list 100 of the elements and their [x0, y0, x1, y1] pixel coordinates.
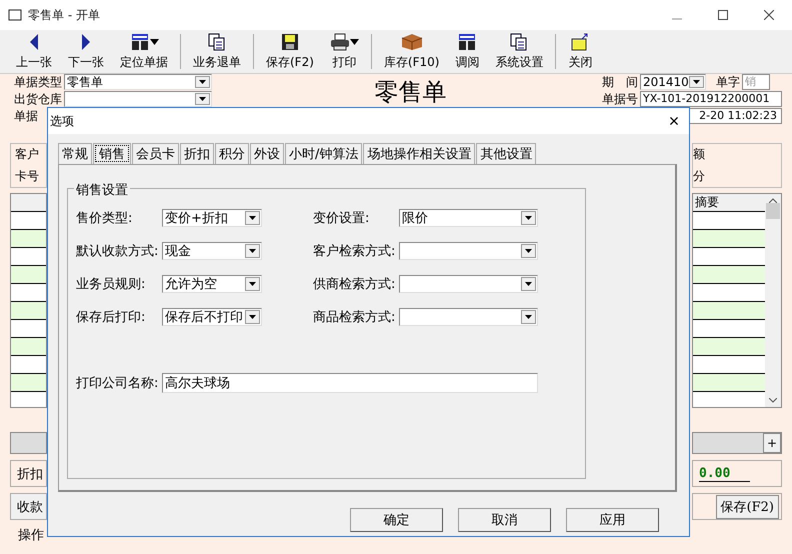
field-label: 打印公司名称:: [76, 375, 160, 392]
warehouse-dropdown[interactable]: [64, 91, 212, 107]
dropdown[interactable]: [399, 242, 538, 260]
add-button[interactable]: +: [763, 433, 781, 453]
minimize-icon[interactable]: [672, 18, 682, 20]
table-row: [693, 266, 765, 284]
exit-icon: [570, 32, 590, 50]
caret-icon: [693, 80, 700, 84]
field-label: 分: [693, 168, 706, 185]
form-title: 零售单: [374, 77, 448, 108]
caret-icon: [525, 282, 532, 286]
group-title: 销售设置: [74, 181, 130, 199]
left-arrow-icon: [28, 32, 40, 50]
tab[interactable]: 场地操作相关设置: [363, 143, 476, 164]
dropdown[interactable]: 保存后不打印: [162, 308, 262, 326]
toolbar-button[interactable]: 定位单据: [112, 32, 176, 71]
field-label: 期 间: [602, 75, 638, 89]
tab[interactable]: 会员卡: [132, 143, 179, 164]
toolbar-button[interactable]: 下一张: [60, 32, 112, 71]
field-label: 客户检索方式:: [313, 242, 396, 260]
tab[interactable]: 折扣: [180, 143, 214, 164]
dialog-title: 选项: [50, 112, 74, 130]
field-label: 保存后打印:: [76, 308, 146, 326]
period-dropdown[interactable]: 201410: [640, 74, 706, 90]
save-button[interactable]: 保存(F2): [716, 494, 779, 518]
toolbar-button[interactable]: 调阅: [447, 32, 488, 71]
field-label: 变价设置:: [313, 210, 370, 226]
table-row: [11, 266, 46, 284]
field-label: 供商检索方式:: [313, 276, 396, 292]
table-row: [11, 374, 46, 392]
documents-icon: [510, 32, 528, 50]
printer-icon: [330, 32, 350, 50]
table-row: [693, 302, 765, 320]
close-icon[interactable]: [764, 10, 774, 20]
toolbar-button[interactable]: 保存(F2): [258, 32, 322, 71]
dialog-button[interactable]: 取消: [458, 508, 551, 532]
field-label: 客户: [15, 146, 40, 164]
documents-icon: [208, 32, 226, 50]
caret-icon: [525, 216, 532, 220]
field-label: 业务员规则:: [76, 276, 146, 292]
tab[interactable]: 积分: [215, 143, 249, 164]
table-row: [11, 302, 46, 320]
caret-icon: [249, 282, 256, 286]
table-row: [11, 338, 46, 356]
tab[interactable]: 外设: [250, 143, 284, 164]
total-amount: 0.00: [699, 466, 750, 482]
dialog-button[interactable]: 应用: [566, 508, 659, 532]
doc-number-field[interactable]: YX-101-201912200001: [640, 91, 782, 107]
caret-icon[interactable]: [350, 38, 359, 44]
field-label: 售价类型:: [76, 210, 134, 226]
field-label: 单据号: [602, 92, 638, 106]
field-label: 折扣: [17, 466, 43, 482]
field-label: 默认收款方式:: [76, 242, 160, 260]
field-label: 商品检索方式:: [313, 308, 396, 326]
scroll-thumb[interactable]: [766, 203, 780, 219]
right-arrow-icon: [80, 32, 92, 50]
toolbar-button[interactable]: 上一张: [8, 32, 60, 71]
tab[interactable]: 常规: [58, 143, 92, 164]
input-field[interactable]: 高尔夫球场: [162, 373, 538, 393]
field-label: 单据: [14, 109, 38, 123]
caret-icon: [199, 80, 206, 84]
dropdown[interactable]: 变价+折扣: [162, 208, 262, 226]
field-label: 单据类型: [14, 75, 62, 89]
column-header: 摘要: [693, 194, 765, 212]
dropdown[interactable]: 允许为空: [162, 274, 262, 292]
toolbar-button[interactable]: 系统设置: [487, 32, 552, 71]
dialog-button[interactable]: 确定: [350, 508, 443, 532]
caret-icon: [249, 216, 256, 220]
caret-icon: [525, 314, 532, 318]
window-title: 零售单 - 开单: [28, 6, 101, 24]
caret-icon: [199, 97, 206, 101]
scrollbar[interactable]: [765, 194, 781, 407]
dropdown[interactable]: [399, 274, 538, 292]
caret-icon: [525, 248, 532, 252]
scroll-up-icon[interactable]: [769, 198, 777, 203]
input-bar: [10, 432, 47, 454]
dropdown[interactable]: 现金: [162, 242, 262, 260]
scroll-down-icon[interactable]: [769, 398, 777, 403]
tab[interactable]: 其他设置: [476, 143, 536, 164]
dropdown[interactable]: 限价: [399, 208, 538, 226]
dropdown[interactable]: [399, 308, 538, 326]
caret-icon[interactable]: [150, 38, 158, 44]
table-row: [11, 230, 46, 248]
field-label: 卡号: [15, 168, 40, 185]
caret-icon: [249, 314, 256, 318]
tab[interactable]: 销售: [93, 143, 131, 164]
toolbar-button[interactable]: 库存(F10): [376, 32, 448, 71]
field-label: 出货仓库: [14, 92, 62, 106]
field-label: 额: [693, 146, 706, 164]
toolbar-button[interactable]: 关闭: [560, 32, 600, 71]
table-row: [693, 338, 765, 356]
toolbar-button[interactable]: 业务退单: [185, 32, 249, 71]
toolbar-button[interactable]: 打印: [322, 32, 367, 71]
tab[interactable]: 小时/钟算法: [285, 143, 362, 164]
doc-type-dropdown[interactable]: 零售单: [64, 74, 212, 90]
app-icon: [8, 8, 22, 22]
caret-icon: [249, 248, 256, 252]
field-label: 收款: [17, 498, 43, 516]
maximize-icon[interactable]: [718, 10, 728, 20]
field-label: 操作: [17, 527, 45, 544]
